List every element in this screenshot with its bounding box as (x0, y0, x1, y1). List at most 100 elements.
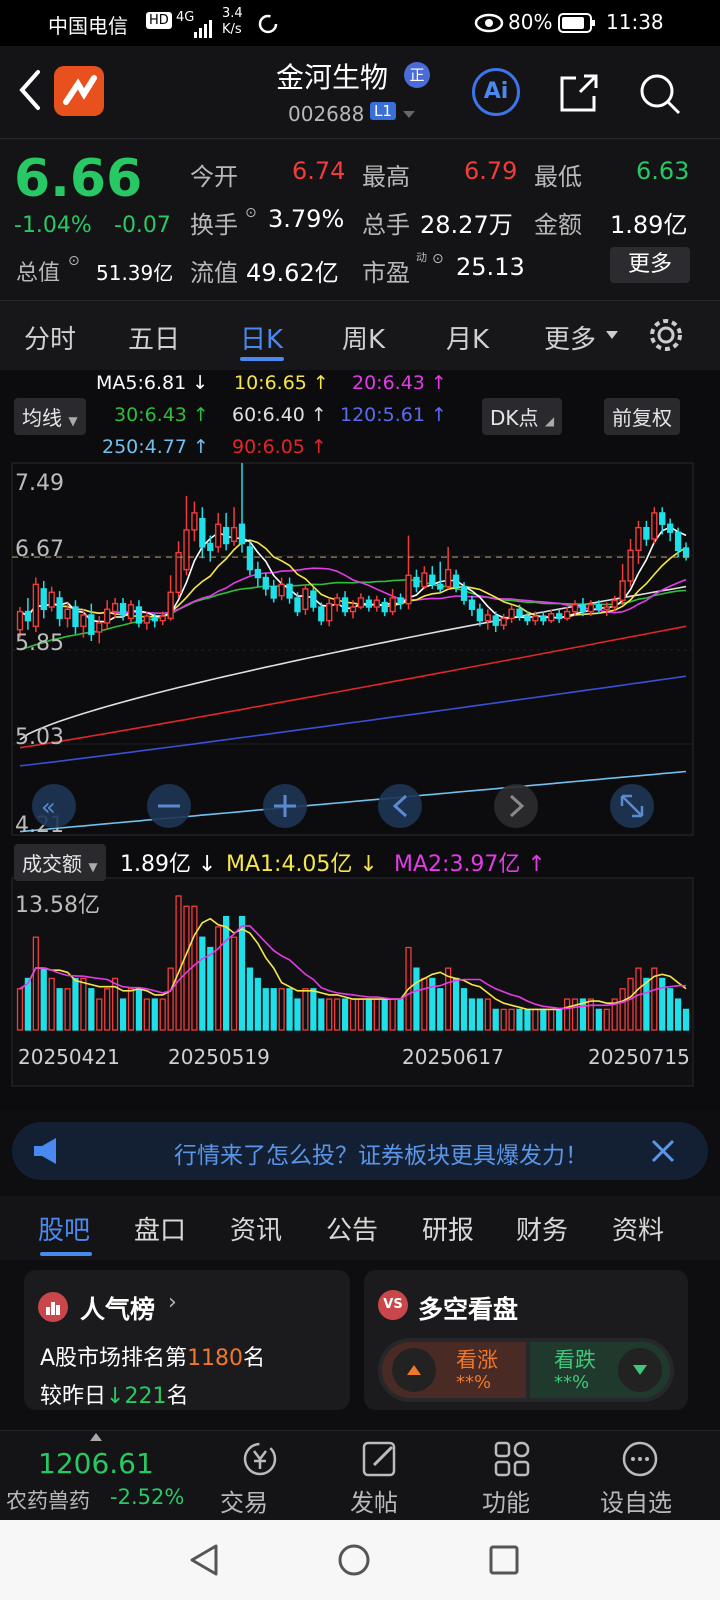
rank-number: 1180 (187, 1346, 244, 1371)
volume-bar (246, 967, 254, 1031)
change-percent: -1.04% (14, 213, 92, 238)
tab-announcements[interactable]: 公告 (326, 1210, 378, 1247)
candle-body (460, 585, 468, 601)
double-chevron-left-icon: « (41, 793, 56, 821)
tab-more[interactable]: 更多 (544, 319, 596, 356)
candle-body (476, 608, 484, 622)
tab-intraday[interactable]: 分时 (24, 319, 76, 356)
battery-icon (558, 13, 595, 33)
nav-back-icon[interactable] (186, 1542, 222, 1578)
float-cap-value: 49.62亿 (246, 259, 339, 287)
candle-body (381, 601, 388, 613)
vote-down-button[interactable]: 看跌 **% (530, 1342, 670, 1398)
tab-profile[interactable]: 资料 (612, 1210, 664, 1247)
price-axis-label: 5.85 (15, 631, 64, 656)
candle-body (167, 591, 174, 620)
tab-research[interactable]: 研报 (422, 1210, 474, 1247)
zoom-out-button[interactable] (147, 784, 191, 828)
caret-up-icon (90, 1433, 102, 1441)
pan-right-button[interactable] (494, 784, 538, 828)
popularity-card[interactable]: 人气榜 › A股市场排名第1180名 较昨日↓221名 (24, 1270, 350, 1410)
volume-bar (223, 915, 230, 1031)
candle-body (587, 604, 595, 613)
market-cap-value: 51.39亿 (96, 261, 174, 285)
high-label: 最高 (362, 163, 410, 191)
volume-bar (286, 988, 293, 1031)
search-icon[interactable] (638, 72, 682, 116)
bull-bear-title: 多空看盘 (418, 1295, 519, 1324)
candle-body (421, 572, 428, 588)
candle-body (548, 613, 555, 622)
promo-banner[interactable]: 行情来了怎么投？证券板块更具爆发力！ (12, 1122, 708, 1180)
trade-button[interactable]: 交易 (212, 1431, 308, 1521)
tab-daily-k[interactable]: 日K (240, 319, 283, 356)
nav-home-icon[interactable] (336, 1542, 372, 1578)
info-icon[interactable]: ⊙ (432, 251, 444, 267)
info-icon[interactable]: ⊙ (68, 253, 80, 269)
volume-bar (294, 998, 301, 1031)
candle-body (682, 547, 690, 558)
carrier-name: 中国电信 (48, 14, 128, 38)
popularity-title: 人气榜 (80, 1295, 156, 1324)
function-label: 功能 (482, 1489, 530, 1517)
candle-body (405, 574, 412, 605)
back-arrow-icon[interactable] (16, 68, 44, 112)
ai-assistant-button[interactable]: Ai (472, 68, 520, 116)
pan-left-button[interactable] (378, 784, 422, 828)
chevron-down-icon[interactable] (402, 110, 416, 120)
tab-financials[interactable]: 财务 (516, 1210, 568, 1247)
sector-index-widget[interactable]: 1206.61 农药兽药 -2.52% (0, 1431, 190, 1521)
tab-monthly-k[interactable]: 月K (446, 319, 489, 356)
post-button[interactable]: 发帖 (344, 1431, 440, 1521)
active-tab-indicator (240, 357, 284, 361)
zoom-in-button[interactable] (263, 784, 307, 828)
tab-weekly-k[interactable]: 周K (342, 319, 385, 356)
bull-bear-card[interactable]: VS 多空看盘 看涨 **% 看跌 **% (364, 1270, 688, 1410)
tab-forum[interactable]: 股吧 (38, 1210, 90, 1247)
candle-body (524, 615, 531, 622)
candle-body (278, 583, 285, 597)
stock-name: 金河生物 (276, 61, 389, 94)
more-dots-icon (622, 1441, 658, 1477)
info-icon[interactable]: ⊙ (245, 205, 257, 221)
candle-body (516, 608, 523, 617)
date-axis-label: 20250715 (588, 1045, 690, 1069)
candle-body (191, 512, 198, 531)
vote-up-button[interactable]: 看涨 **% (382, 1342, 526, 1398)
add-watchlist-button[interactable]: 设自选 (598, 1431, 708, 1521)
function-button[interactable]: 功能 (478, 1431, 574, 1521)
signal-icon (194, 20, 212, 38)
close-icon[interactable] (650, 1138, 676, 1164)
tab-five-day[interactable]: 五日 (128, 319, 180, 356)
pan-fast-left-button[interactable]: « (32, 784, 76, 828)
more-button[interactable]: 更多 (610, 247, 690, 283)
chevron-right-icon: › (168, 1290, 177, 1315)
candle-body (413, 576, 420, 588)
fullscreen-button[interactable] (610, 784, 654, 828)
nav-recents-icon[interactable] (486, 1542, 522, 1578)
candle-body (595, 604, 602, 611)
volume-bar (310, 988, 317, 1031)
candle-body (80, 614, 87, 628)
tab-news[interactable]: 资讯 (230, 1210, 282, 1247)
candle-body (389, 597, 396, 613)
candle-body (262, 576, 269, 590)
candle-body (310, 590, 317, 608)
kline-svg[interactable]: 7.49 6.67 5.85 5.03 4.21 « 13.58亿 202504… (0, 370, 720, 1110)
candle-body (238, 523, 246, 545)
arrow-down-icon: ↓ (106, 1384, 125, 1409)
candle-body (611, 599, 618, 608)
candle-body (151, 617, 158, 622)
tab-order-book[interactable]: 盘口 (134, 1210, 186, 1247)
settings-gear-icon[interactable] (646, 315, 686, 355)
turnover-value: 3.79% (268, 205, 345, 233)
volume-bar (381, 998, 388, 1031)
rank-suffix: 名 (243, 1346, 266, 1371)
candle-body (318, 606, 325, 622)
pe-label: 市盈 (362, 259, 410, 287)
volume-bar (524, 1008, 531, 1031)
volume-indicator-button[interactable]: 成交额 ▼ (14, 844, 106, 881)
volume-bar (413, 967, 420, 1031)
pe-dynamic-tag: 动 (416, 251, 427, 264)
share-icon[interactable] (558, 72, 600, 114)
